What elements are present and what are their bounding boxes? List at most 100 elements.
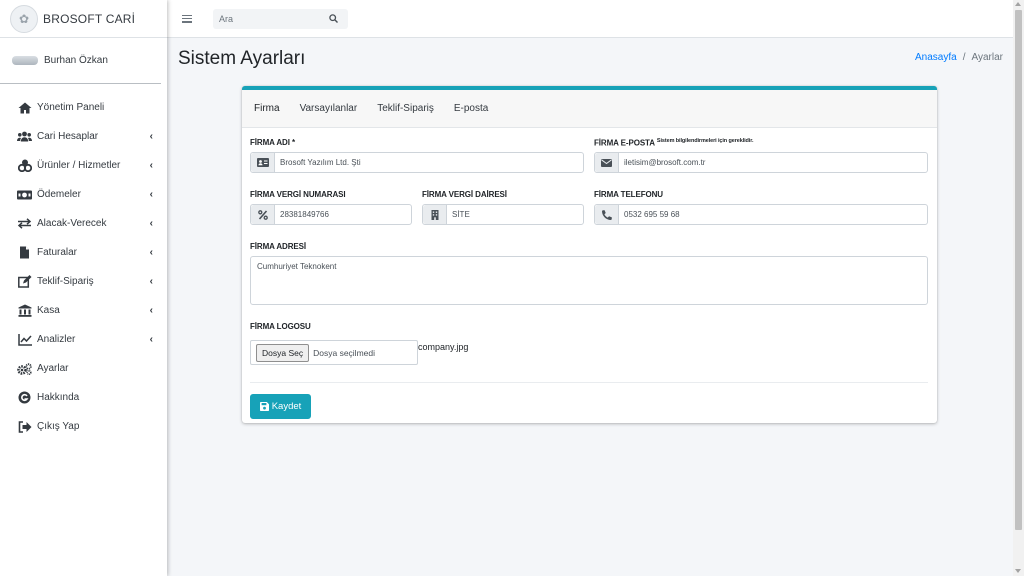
menu-toggle-icon[interactable] [182,14,192,23]
tab-firma[interactable]: Firma [244,90,290,128]
sidebar-item-label: Alacak-Verecek [37,218,107,229]
sidebar-item-kasa[interactable]: Kasa ‹ [0,296,167,325]
home-icon [17,101,32,114]
scroll-down-arrow-icon[interactable] [1015,569,1021,573]
chevron-left-icon: ‹ [149,276,153,287]
product-icon [17,159,32,172]
sidebar-item-analizler[interactable]: Analizler ‹ [0,325,167,354]
cogs-icon [17,362,32,375]
save-button[interactable]: Kaydet [250,394,311,419]
sign-out-icon [17,420,32,433]
sidebar-item-label: Kasa [37,305,60,316]
sidebar-item-label: Çıkış Yap [37,421,80,432]
sidebar-item-odemeler[interactable]: Ödemeler ‹ [0,180,167,209]
sidebar-item-faturalar[interactable]: Faturalar ‹ [0,238,167,267]
tax-number-input[interactable] [275,205,411,224]
brand-text: BROSOFT CARİ [43,11,136,26]
chart-icon [17,333,32,346]
chevron-left-icon: ‹ [149,334,153,345]
sidebar-item-label: Cari Hesaplar [37,131,99,142]
phone-group [594,204,928,225]
id-card-icon [251,153,275,172]
sidebar-item-label: Ödemeler [37,189,81,200]
sidebar-item-ayarlar[interactable]: Ayarlar [0,354,167,383]
tab-varsayilanlar[interactable]: Varsayılanlar [290,90,368,128]
edit-icon [17,275,32,288]
exchange-icon [17,217,32,230]
company-email-hint: Sistem bilgilendirmeleri için gereklidir… [656,138,754,144]
user-panel[interactable]: Burhan Özkan [0,38,161,84]
sidebar-item-hakkinda[interactable]: Hakkında [0,383,167,412]
sidebar-item-alacak-verecek[interactable]: Alacak-Verecek ‹ [0,209,167,238]
sidebar-item-teklif-siparis[interactable]: Teklif-Sipariş ‹ [0,267,167,296]
sidebar-item-cari-hesaplar[interactable]: Cari Hesaplar ‹ [0,122,167,151]
company-email-input[interactable] [619,153,927,172]
phone-input[interactable] [619,205,927,224]
user-name: Burhan Özkan [44,55,108,66]
phone-icon [595,205,619,224]
settings-tabs: Firma Varsayılanlar Teklif-Sipariş E-pos… [242,90,937,128]
sidebar-item-label: Teklif-Sipariş [37,276,94,287]
percent-icon [251,205,275,224]
sidebar-item-label: Ürünler / Hizmetler [37,160,121,171]
search-bar [213,8,348,29]
current-logo-filename: company.jpg [418,342,469,352]
save-icon [259,402,269,411]
logo-label: FİRMA LOGOSU [250,322,311,331]
users-icon [17,130,32,143]
tax-office-input[interactable] [447,205,583,224]
chevron-left-icon: ‹ [149,160,153,171]
tax-office-group [422,204,584,225]
sidebar-item-label: Hakkında [37,392,80,403]
sidebar: ✿ BROSOFT CARİ Burhan Özkan Yönetim Pane… [0,0,167,576]
page-scrollbar[interactable] [1013,0,1024,576]
choose-file-button[interactable]: Dosya Seç [256,343,310,362]
chevron-left-icon: ‹ [149,131,153,142]
top-navbar [167,0,1013,38]
sidebar-item-urunler-hizmetler[interactable]: Ürünler / Hizmetler ‹ [0,151,167,180]
sidebar-item-label: Analizler [37,334,76,345]
sidebar-nav: Yönetim Paneli Cari Hesaplar ‹ Ürünler /… [0,93,167,441]
sidebar-item-cikis-yap[interactable]: Çıkış Yap [0,412,167,441]
search-icon[interactable] [323,9,343,29]
form-divider [250,382,928,383]
money-icon [17,188,32,201]
sidebar-item-label: Ayarlar [37,363,69,374]
address-label: FİRMA ADRESİ [250,242,306,251]
page-title: Sistem Ayarları [178,48,306,69]
company-name-label: FİRMA ADI * [250,138,295,147]
company-email-label: FİRMA E-POSTA Sistem bilgilendirmeleri iç… [594,138,753,148]
file-status-text: Dosya seçilmedi [313,347,375,358]
breadcrumb-separator: / [962,52,966,63]
info-icon [17,391,32,404]
search-input[interactable] [213,13,323,24]
file-icon [17,246,32,259]
envelope-icon [595,153,619,172]
brand-link[interactable]: ✿ BROSOFT CARİ [0,0,167,38]
logo-file-input[interactable]: Dosya Seç Dosya seçilmedi [250,340,418,365]
scroll-up-arrow-icon[interactable] [1015,2,1021,6]
brand-logo-icon: ✿ [10,4,38,33]
chevron-left-icon: ‹ [149,189,153,200]
save-button-label: Kaydet [271,401,302,412]
tab-e-posta[interactable]: E-posta [444,90,498,128]
chevron-left-icon: ‹ [149,305,153,316]
company-name-group [250,152,584,173]
sidebar-item-yonetim-paneli[interactable]: Yönetim Paneli [0,93,167,122]
user-avatar [12,56,38,65]
company-email-group [594,152,928,173]
breadcrumb: Anasayfa / Ayarlar [915,52,1003,63]
tax-number-group [250,204,412,225]
company-name-input[interactable] [275,153,583,172]
company-email-label-text: FİRMA E-POSTA [594,138,655,148]
breadcrumb-home-link[interactable]: Anasayfa [915,52,957,63]
tax-number-label: FİRMA VERGİ NUMARASI [250,190,346,199]
content-header: Sistem Ayarları Anasayfa / Ayarlar [178,48,1004,74]
tab-teklif-siparis[interactable]: Teklif-Sipariş [367,90,444,128]
breadcrumb-current: Ayarlar [971,52,1004,63]
sidebar-item-label: Yönetim Paneli [37,102,105,113]
address-textarea[interactable]: Cumhuriyet Teknokent [250,256,928,305]
chevron-left-icon: ‹ [149,247,153,258]
scroll-thumb[interactable] [1015,10,1022,530]
chevron-left-icon: ‹ [149,218,153,229]
